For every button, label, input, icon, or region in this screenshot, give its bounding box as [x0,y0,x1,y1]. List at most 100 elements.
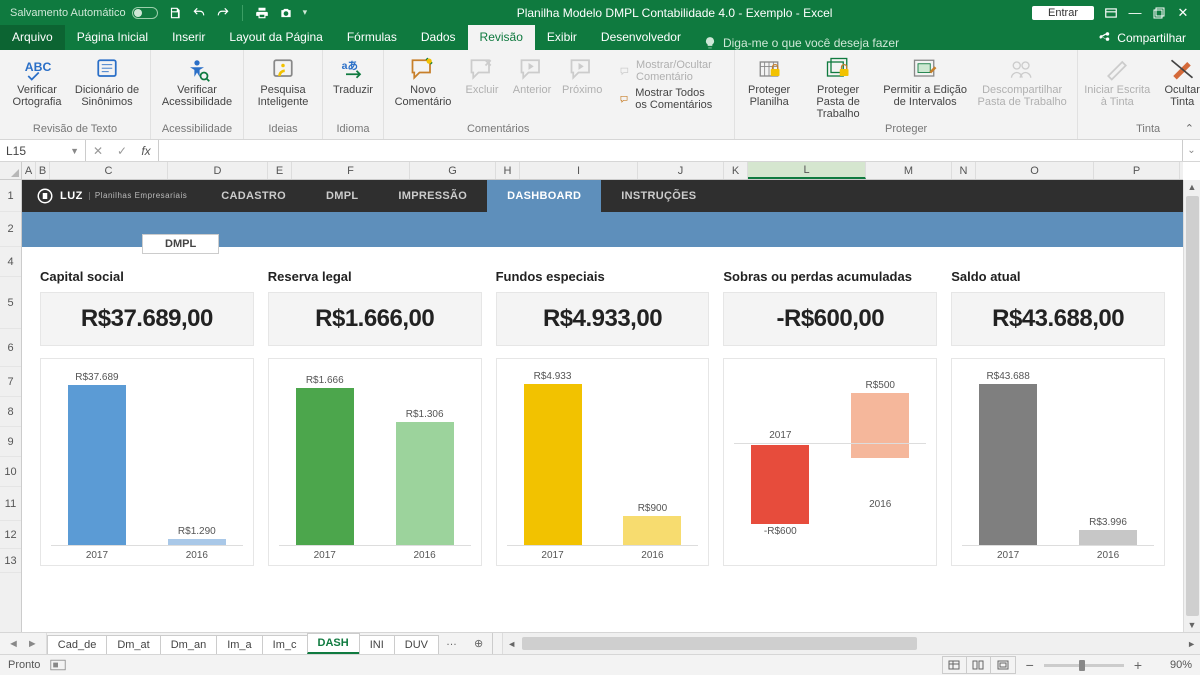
sign-in-button[interactable]: Entrar [1032,6,1094,20]
minimize-icon[interactable]: — [1128,6,1142,20]
tell-me-search[interactable]: Diga-me o que você deseja fazer [693,36,1083,50]
col-header[interactable]: D [168,162,268,179]
col-header[interactable]: L [748,162,866,179]
col-header[interactable]: N [952,162,976,179]
tab-nav-prev-icon[interactable]: ◄ [8,638,19,650]
col-header[interactable]: I [520,162,638,179]
sheet-tab[interactable]: INI [359,635,395,654]
tab-nav-arrows[interactable]: ◄ ► [0,633,47,654]
tab-nav-next-icon[interactable]: ► [27,638,38,650]
scroll-thumb[interactable] [1186,196,1199,616]
col-header[interactable]: A [22,162,36,179]
tab-home[interactable]: Página Inicial [65,25,160,50]
sheet-tab[interactable]: DASH [307,633,360,654]
new-comment-button[interactable]: Novo Comentário [390,54,456,110]
tab-developer[interactable]: Desenvolvedor [589,25,693,50]
name-box[interactable]: L15 ▼ [0,140,86,161]
row-header[interactable]: 12 [0,521,21,549]
sheet-tab[interactable]: Im_a [216,635,262,654]
scroll-thumb[interactable] [522,637,917,650]
view-page-layout-icon[interactable] [967,657,991,673]
col-header[interactable]: E [268,162,292,179]
maximize-icon[interactable] [1152,6,1166,20]
row-header[interactable]: 10 [0,457,21,487]
col-header[interactable]: O [976,162,1094,179]
scroll-up-icon[interactable]: ▲ [1188,180,1197,194]
dash-nav-dmpl[interactable]: DMPL [306,180,378,212]
tab-data[interactable]: Dados [409,25,468,50]
col-header[interactable]: H [496,162,520,179]
protect-sheet-button[interactable]: Proteger Planilha [741,54,797,122]
redo-icon[interactable] [216,6,230,20]
col-header[interactable]: J [638,162,724,179]
ribbon-mode-icon[interactable] [1104,6,1118,20]
row-header[interactable]: 8 [0,397,21,427]
col-header[interactable]: B [36,162,50,179]
dash-nav-dashboard[interactable]: DASHBOARD [487,180,601,212]
new-sheet-icon[interactable]: ⊕ [465,633,492,654]
row-header[interactable]: 5 [0,277,21,329]
tab-review[interactable]: Revisão [468,25,535,50]
thesaurus-button[interactable]: Dicionário de Sinônimos [70,54,144,110]
row-header[interactable]: 4 [0,247,21,277]
sheet-tab[interactable]: Cad_de [47,635,108,654]
tabs-more-icon[interactable]: … [438,633,465,654]
sheet-tab[interactable]: Im_c [262,635,308,654]
autosave-toggle[interactable]: Salvamento Automático [10,7,158,19]
macro-record-icon[interactable] [50,659,66,671]
dmpl-chip[interactable]: DMPL [142,234,219,254]
row-header[interactable]: 9 [0,427,21,457]
formula-input[interactable] [159,140,1182,161]
view-normal-icon[interactable] [943,657,967,673]
close-icon[interactable]: ✕ [1176,6,1190,20]
scroll-down-icon[interactable]: ▼ [1188,618,1197,632]
col-header[interactable]: K [724,162,748,179]
scroll-right-icon[interactable]: ► [1183,639,1200,649]
select-all-corner[interactable] [0,162,22,179]
row-header[interactable]: 1 [0,180,21,212]
sheet-tab[interactable]: Dm_an [160,635,217,654]
grid-body[interactable]: LUZ Planilhas Empresariais CADASTRO DMPL… [22,180,1183,632]
row-header[interactable]: 6 [0,329,21,367]
dash-nav-impressao[interactable]: IMPRESSÃO [378,180,487,212]
fx-icon[interactable]: fx [134,144,158,158]
show-all-comments-button[interactable]: Mostrar Todos os Comentários [616,86,722,112]
tab-insert[interactable]: Inserir [160,25,217,50]
tab-file[interactable]: Arquivo [0,25,65,50]
col-header[interactable]: M [866,162,952,179]
zoom-out-icon[interactable]: − [1026,657,1034,673]
zoom-level[interactable]: 90% [1152,659,1192,671]
toggle-icon[interactable] [132,7,158,19]
scroll-left-icon[interactable]: ◄ [503,639,520,649]
zoom-slider[interactable] [1044,664,1124,667]
row-header[interactable]: 2 [0,212,21,247]
translate-button[interactable]: aあ Traduzir [329,54,377,98]
protect-workbook-button[interactable]: Proteger Pasta de Trabalho [799,54,877,122]
undo-icon[interactable] [192,6,206,20]
expand-formula-bar-icon[interactable]: ⌄ [1182,140,1200,161]
sheet-tab[interactable]: Dm_at [106,635,160,654]
hide-ink-button[interactable]: Ocultar Tinta [1152,54,1200,110]
print-icon[interactable] [255,6,269,20]
zoom-in-icon[interactable]: + [1134,657,1142,673]
save-icon[interactable] [168,6,182,20]
col-header[interactable]: G [410,162,496,179]
tab-view[interactable]: Exibir [535,25,589,50]
tab-layout[interactable]: Layout da Página [217,25,334,50]
dash-nav-instrucoes[interactable]: INSTRUÇÕES [601,180,716,212]
allow-edit-ranges-button[interactable]: Permitir a Edição de Intervalos [879,54,971,122]
qat-dropdown-icon[interactable]: ▾ [303,7,308,18]
vertical-scrollbar[interactable]: ▲ ▼ [1183,180,1200,632]
share-button[interactable]: Compartilhar [1083,26,1200,50]
row-header[interactable]: 11 [0,487,21,521]
row-header[interactable]: 13 [0,549,21,573]
spelling-button[interactable]: ABC Verificar Ortografia [6,54,68,110]
horizontal-scrollbar[interactable]: ◄ ► [502,633,1200,654]
tab-formulas[interactable]: Fórmulas [335,25,409,50]
camera-icon[interactable] [279,6,293,20]
accessibility-button[interactable]: Verificar Acessibilidade [157,54,237,110]
row-header[interactable]: 7 [0,367,21,397]
smart-lookup-button[interactable]: Pesquisa Inteligente [250,54,316,110]
col-header[interactable]: P [1094,162,1180,179]
sheet-tab[interactable]: DUV [394,635,439,654]
